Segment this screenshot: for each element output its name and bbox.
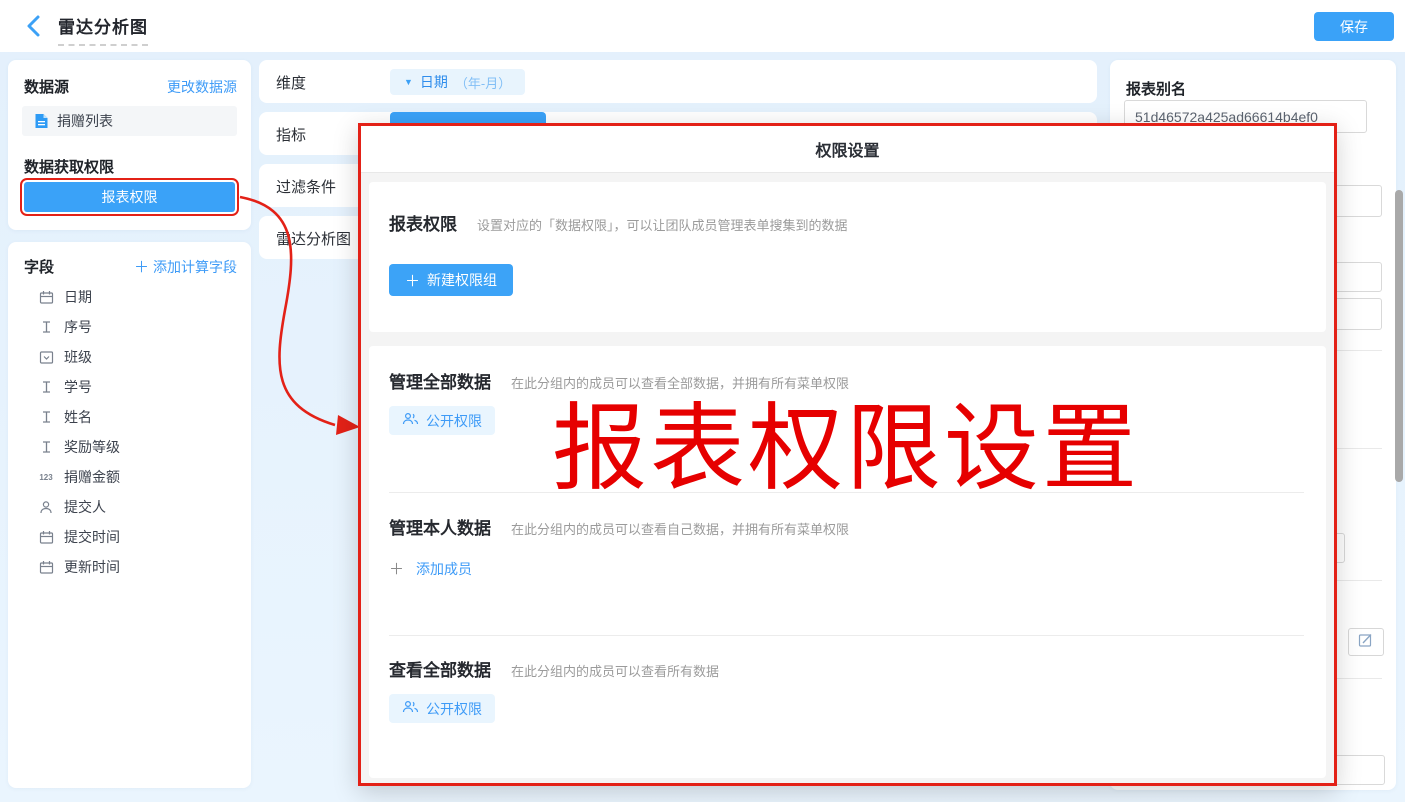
datasource-label: 数据源 [24,76,69,97]
scrollbar[interactable] [1395,190,1403,482]
person-icon [38,499,54,515]
page-title: 雷达分析图 [58,13,148,46]
report-alias-label: 报表别名 [1126,78,1186,99]
fields-label: 字段 [24,256,54,277]
access-permission-label: 数据获取权限 [24,156,114,177]
divider [389,492,1304,493]
field-label: 提交时间 [64,527,120,547]
group-desc: 在此分组内的成员可以查看自己数据，并拥有所有菜单权限 [511,519,849,538]
add-calc-field-link[interactable]: ＋ 添加计算字段 [134,256,237,277]
field-item[interactable]: 班级 [8,342,251,372]
dimension-tag-label: 日期 [420,72,448,92]
public-permission-label: 公开权限 [426,699,482,719]
field-label: 更新时间 [64,557,120,577]
field-label: 序号 [64,317,92,337]
field-item[interactable]: 奖励等级 [8,432,251,462]
group-title: 查看全部数据 [389,656,491,681]
report-permission-desc: 设置对应的「数据权限」，可以让团队成员管理表单搜集到的数据 [477,215,848,234]
metric-label: 指标 [276,124,306,145]
text-icon [38,379,54,395]
field-label: 提交人 [64,497,106,517]
plus-icon: ＋ [134,256,149,277]
calendar-icon [38,559,54,575]
field-label: 日期 [64,287,92,307]
text-icon [38,319,54,335]
report-permission-button[interactable]: 报表权限 [24,182,235,212]
public-permission-button[interactable]: 公开权限 [389,694,495,723]
calendar-icon [38,529,54,545]
plus-icon: ＋ [389,558,404,579]
permission-settings-modal: 权限设置 报表权限 设置对应的「数据权限」，可以让团队成员管理表单搜集到的数据 … [358,123,1337,786]
dimension-label: 维度 [276,72,306,93]
back-icon[interactable] [24,14,46,38]
filter-label: 过滤条件 [276,176,336,197]
datasource-panel: 数据源 更改数据源 捐赠列表 数据获取权限 报表权限 [8,60,251,230]
save-button[interactable]: 保存 [1314,12,1394,41]
field-item[interactable]: 123 捐赠金额 [8,462,251,492]
new-permission-group-button[interactable]: ＋ 新建权限组 [389,264,513,296]
public-permission-button[interactable]: 公开权限 [389,406,495,435]
field-item[interactable]: 提交时间 [8,522,251,552]
caret-down-icon: ▼ [404,77,413,87]
field-item[interactable]: 日期 [8,282,251,312]
field-label: 捐赠金额 [64,467,120,487]
field-item[interactable]: 更新时间 [8,552,251,582]
group-title: 管理全部数据 [389,368,491,393]
edit-button[interactable] [1348,628,1384,656]
people-icon [402,412,419,429]
field-item[interactable]: 提交人 [8,492,251,522]
permission-groups-card: 管理全部数据 在此分组内的成员可以查看全部数据，并拥有所有菜单权限 公开权限 管… [369,346,1326,778]
report-permission-title: 报表权限 [389,210,457,235]
select-icon [38,349,54,365]
field-label: 班级 [64,347,92,367]
add-calc-field-label: 添加计算字段 [153,257,237,277]
add-member-label: 添加成员 [416,559,472,579]
datasource-item-label: 捐赠列表 [57,111,113,131]
plus-icon: ＋ [405,270,420,291]
add-member-link[interactable]: ＋ 添加成员 [389,558,472,579]
calendar-icon [38,289,54,305]
change-datasource-link[interactable]: 更改数据源 [167,77,237,97]
group-title: 管理本人数据 [389,514,491,539]
field-label: 姓名 [64,407,92,427]
public-permission-label: 公开权限 [426,411,482,431]
new-permission-group-label: 新建权限组 [427,270,497,290]
text-icon [38,409,54,425]
field-label: 学号 [64,377,92,397]
datasource-item[interactable]: 捐赠列表 [22,106,237,136]
pencil-icon [1358,632,1374,653]
divider [389,635,1304,636]
chart-type-label: 雷达分析图 [276,228,351,249]
modal-header: 权限设置 [361,126,1334,173]
group-desc: 在此分组内的成员可以查看所有数据 [511,661,719,680]
people-icon [402,700,419,717]
field-item[interactable]: 学号 [8,372,251,402]
dimension-row: 维度 ▼ 日期 （年-月） [259,60,1097,103]
dimension-tag-suffix: （年-月） [455,73,511,92]
fields-panel: 字段 ＋ 添加计算字段 日期 序号 班级 学号 姓名 奖励等级 [8,242,251,788]
document-icon [33,113,49,129]
number-icon: 123 [38,469,54,485]
field-list: 日期 序号 班级 学号 姓名 奖励等级 123 捐赠金额 提交人 [8,282,251,582]
field-item[interactable]: 姓名 [8,402,251,432]
report-permission-card: 报表权限 设置对应的「数据权限」，可以让团队成员管理表单搜集到的数据 ＋ 新建权… [369,182,1326,332]
field-label: 奖励等级 [64,437,120,457]
top-bar: 雷达分析图 保存 [0,0,1405,52]
text-icon [38,439,54,455]
modal-title: 权限设置 [815,137,879,161]
field-item[interactable]: 序号 [8,312,251,342]
dimension-tag[interactable]: ▼ 日期 （年-月） [390,69,525,95]
group-desc: 在此分组内的成员可以查看全部数据，并拥有所有菜单权限 [511,373,849,392]
